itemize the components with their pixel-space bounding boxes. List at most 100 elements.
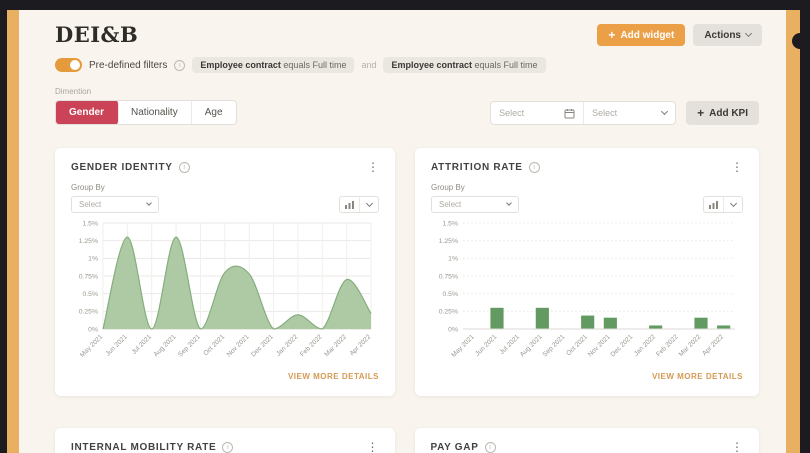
view-more-details-link[interactable]: VIEW MORE DETAILS [652,372,743,381]
svg-text:Dec 2021: Dec 2021 [609,333,634,358]
predefined-filters-toggle[interactable] [55,58,82,72]
info-icon[interactable]: i [529,162,540,173]
gender-identity-chart: 0%0.25%0.5%0.75%1%1.25%1.5%May 2021Jun 2… [71,217,379,365]
chart-type-dropdown[interactable] [723,197,742,212]
tab-age[interactable]: Age [192,101,236,124]
chart-type-dropdown[interactable] [359,197,378,212]
chart-type-control [703,196,743,213]
frame-collapse-icon[interactable] [792,33,802,49]
svg-text:0%: 0% [88,326,98,333]
filter-chip-field: Employee contract [391,60,472,70]
filter-chip[interactable]: Employee contract equals Full time [383,57,545,73]
add-kpi-button[interactable]: + Add KPI [686,101,759,125]
svg-text:1.5%: 1.5% [83,220,99,227]
link-row: VIEW MORE DETAILS [431,366,743,384]
svg-text:Aug 2021: Aug 2021 [519,333,544,358]
metric-select[interactable]: Select [583,102,675,124]
widget-title: ATTRITION RATE [431,162,523,173]
groupby-field: Group By Select [431,183,519,213]
info-icon[interactable]: i [179,162,190,173]
plus-icon: + [697,107,704,119]
actions-button[interactable]: Actions [693,24,762,46]
groupby-row: Group By Select [71,183,379,213]
widget-header: INTERNAL MOBILITY RATE i ⋮ [71,441,379,453]
filter-chip[interactable]: Employee contract equals Full time [192,57,354,73]
widget-pay-gap: PAY GAP i ⋮ Group By [415,428,760,453]
svg-text:1%: 1% [88,256,98,263]
groupby-field: Group By Select [71,183,159,213]
view-more-details-link[interactable]: VIEW MORE DETAILS [288,372,379,381]
svg-text:0%: 0% [448,326,458,333]
kebab-menu-icon[interactable]: ⋮ [731,161,743,173]
tab-gender[interactable]: Gender [55,100,119,125]
widget-title: PAY GAP [431,442,479,453]
kpi-bar: Select Select + Add KPI [490,101,759,125]
filters-row: Pre-defined filters i Employee contract … [55,57,786,73]
dimension-label: Dimention [55,87,237,96]
svg-text:1.25%: 1.25% [439,238,458,245]
attrition-rate-chart: 0%0.25%0.5%0.75%1%1.25%1.5%May 2021Jun 2… [431,217,743,365]
widget-attrition-rate: ATTRITION RATE i ⋮ Group By Select [415,148,759,396]
add-widget-button[interactable]: + Add widget [597,24,685,46]
filter-connector: and [361,60,376,70]
chevron-down-icon [745,30,752,37]
svg-text:Nov 2021: Nov 2021 [226,333,251,358]
filter-chip-condition: equals Full time [283,60,346,70]
dimension-kpi-row: Dimention Gender Nationality Age Select [55,87,759,125]
chart-type-control [339,196,379,213]
chevron-down-icon [506,200,512,206]
chevron-down-icon [146,200,152,206]
dashboard-page: DEI&B + Add widget Actions Pre-defined f… [7,10,800,453]
svg-text:Jun 2021: Jun 2021 [105,333,129,357]
date-select[interactable]: Select [491,102,583,124]
info-icon[interactable]: i [222,442,233,453]
widget-header: PAY GAP i ⋮ [431,441,744,453]
chevron-down-icon [365,199,372,206]
kebab-menu-icon[interactable]: ⋮ [367,441,379,453]
add-kpi-label: Add KPI [709,108,748,119]
svg-text:Dec 2021: Dec 2021 [250,333,275,358]
actions-label: Actions [704,30,741,41]
groupby-select[interactable]: Select [431,196,519,213]
date-select-placeholder: Select [499,108,524,118]
svg-text:Apr 2022: Apr 2022 [349,333,373,357]
widget-header: ATTRITION RATE i ⋮ [431,161,743,173]
chart-type-icon[interactable] [340,197,359,212]
svg-text:0.25%: 0.25% [79,309,98,316]
toggle-knob [70,60,80,70]
groupby-select-placeholder: Select [79,200,101,209]
svg-text:Nov 2021: Nov 2021 [587,333,612,358]
svg-text:May 2021: May 2021 [450,333,476,359]
svg-text:0.75%: 0.75% [439,273,458,280]
svg-text:0.75%: 0.75% [79,273,98,280]
widget-title: GENDER IDENTITY [71,162,173,173]
predefined-filters-label: Pre-defined filters [89,60,167,71]
filter-chip-condition: equals Full time [475,60,538,70]
svg-text:Sep 2021: Sep 2021 [541,333,566,358]
kebab-menu-icon[interactable]: ⋮ [731,441,743,453]
chart-type-icon[interactable] [704,197,723,212]
groupby-select-placeholder: Select [439,200,461,209]
widget-header: GENDER IDENTITY i ⋮ [71,161,379,173]
info-icon[interactable]: i [174,60,185,71]
widget-grid-row1: GENDER IDENTITY i ⋮ Group By Select [55,148,759,396]
groupby-label: Group By [431,183,519,192]
svg-text:Jul 2021: Jul 2021 [131,333,154,356]
svg-text:Aug 2021: Aug 2021 [153,333,178,358]
filter-chip-field: Employee contract [200,60,281,70]
svg-text:May 2021: May 2021 [79,333,105,359]
svg-text:0.5%: 0.5% [83,291,99,298]
widget-grid-row2: INTERNAL MOBILITY RATE i ⋮ Group By PAY … [55,428,759,453]
svg-text:Apr 2022: Apr 2022 [701,333,725,357]
add-widget-label: Add widget [620,30,674,41]
info-icon[interactable]: i [485,442,496,453]
tab-nationality[interactable]: Nationality [118,101,192,124]
kebab-menu-icon[interactable]: ⋮ [367,161,379,173]
svg-text:Mar 2022: Mar 2022 [323,333,348,358]
svg-text:1.5%: 1.5% [443,220,459,227]
calendar-icon [564,108,575,119]
svg-text:Jul 2021: Jul 2021 [498,333,521,356]
groupby-select[interactable]: Select [71,196,159,213]
widget-internal-mobility-rate: INTERNAL MOBILITY RATE i ⋮ Group By [55,428,395,453]
svg-text:Oct 2021: Oct 2021 [202,333,226,357]
